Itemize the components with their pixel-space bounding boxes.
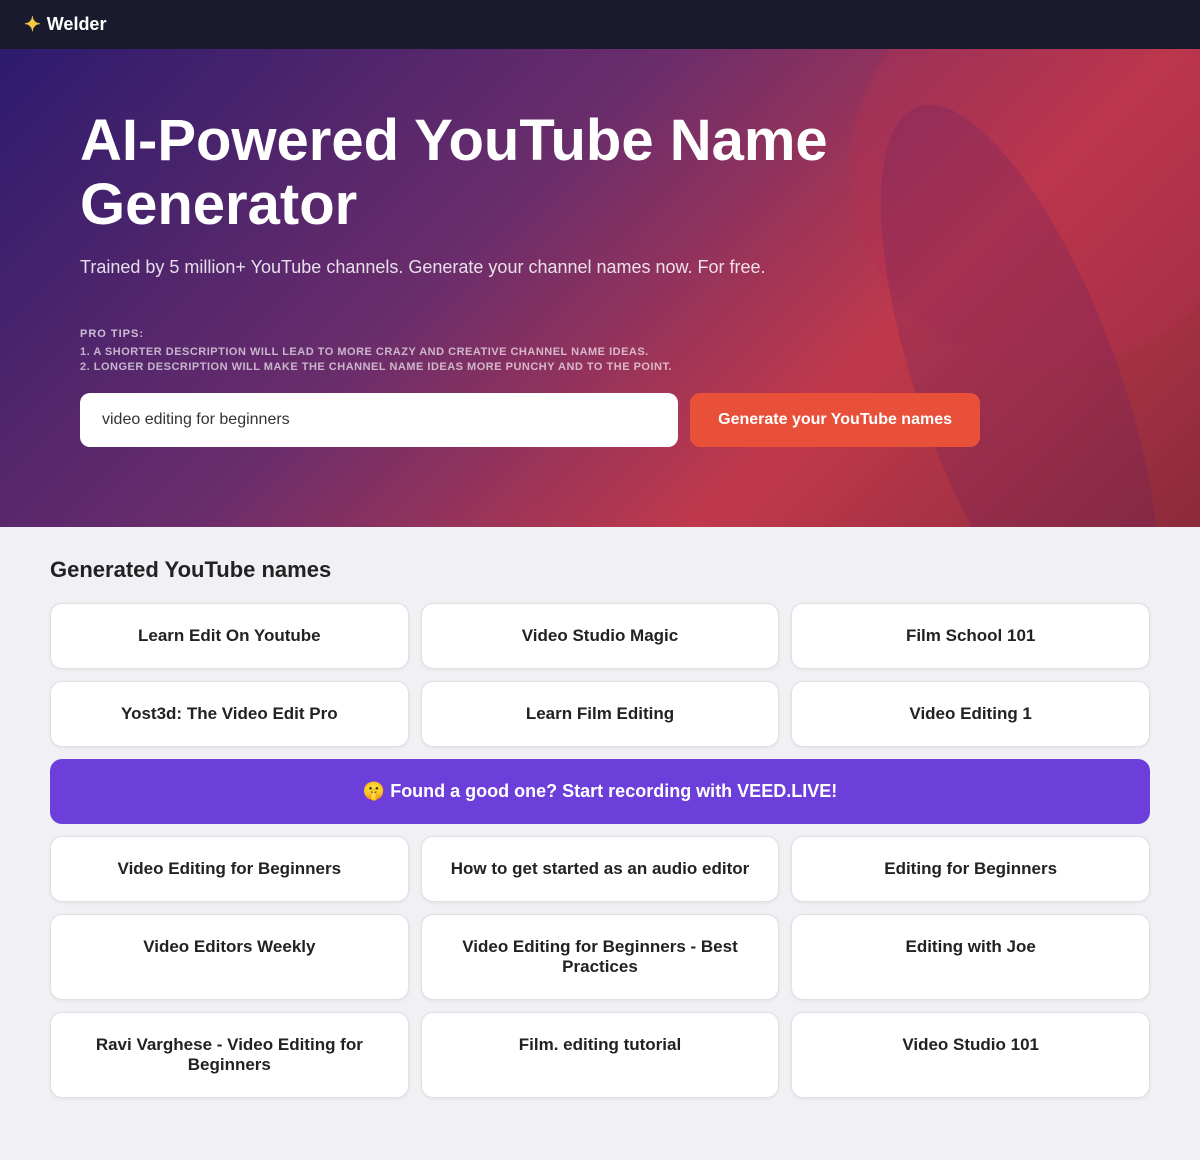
names-row-4: Video Editors Weekly Video Editing for B… xyxy=(50,914,1150,1000)
names-row-3: Video Editing for Beginners How to get s… xyxy=(50,836,1150,902)
search-input[interactable] xyxy=(80,393,678,447)
generate-button[interactable]: Generate your YouTube names xyxy=(690,393,980,447)
name-card[interactable]: Editing for Beginners xyxy=(791,836,1150,902)
name-card[interactable]: Video Editors Weekly xyxy=(50,914,409,1000)
names-row-5: Ravi Varghese - Video Editing for Beginn… xyxy=(50,1012,1150,1098)
names-row-2: Yost3d: The Video Edit Pro Learn Film Ed… xyxy=(50,681,1150,747)
hero-title: AI-Powered YouTube Name Generator xyxy=(80,109,1120,237)
name-card[interactable]: Film School 101 xyxy=(791,603,1150,669)
pro-tips: PRO TIPS: 1. A SHORTER DESCRIPTION WILL … xyxy=(80,328,1120,373)
hero-section: AI-Powered YouTube Name Generator Traine… xyxy=(0,49,1200,527)
name-card[interactable]: Learn Edit On Youtube xyxy=(50,603,409,669)
header: ✦ Welder xyxy=(0,0,1200,49)
search-row: Generate your YouTube names xyxy=(80,393,980,447)
logo: ✦ Welder xyxy=(24,12,106,37)
name-card[interactable]: Video Studio Magic xyxy=(421,603,780,669)
name-card[interactable]: Ravi Varghese - Video Editing for Beginn… xyxy=(50,1012,409,1098)
names-row-1: Learn Edit On Youtube Video Studio Magic… xyxy=(50,603,1150,669)
name-card[interactable]: Video Studio 101 xyxy=(791,1012,1150,1098)
hero-subtitle: Trained by 5 million+ YouTube channels. … xyxy=(80,257,1120,278)
name-card[interactable]: How to get started as an audio editor xyxy=(421,836,780,902)
pro-tip-2: 2. LONGER DESCRIPTION WILL MAKE THE CHAN… xyxy=(80,361,1120,373)
name-card[interactable]: Video Editing for Beginners xyxy=(50,836,409,902)
logo-icon: ✦ xyxy=(24,12,41,37)
logo-text: Welder xyxy=(47,14,107,35)
pro-tips-label: PRO TIPS: xyxy=(80,328,1120,340)
name-card[interactable]: Video Editing for Beginners - Best Pract… xyxy=(421,914,780,1000)
promo-banner[interactable]: 🤫 Found a good one? Start recording with… xyxy=(50,759,1150,824)
name-card[interactable]: Film. editing tutorial xyxy=(421,1012,780,1098)
results-title: Generated YouTube names xyxy=(50,557,1150,583)
name-card[interactable]: Learn Film Editing xyxy=(421,681,780,747)
name-card[interactable]: Yost3d: The Video Edit Pro xyxy=(50,681,409,747)
name-card[interactable]: Video Editing 1 xyxy=(791,681,1150,747)
pro-tip-1: 1. A SHORTER DESCRIPTION WILL LEAD TO MO… xyxy=(80,346,1120,358)
name-card[interactable]: Editing with Joe xyxy=(791,914,1150,1000)
results-section: Generated YouTube names Learn Edit On Yo… xyxy=(0,527,1200,1160)
